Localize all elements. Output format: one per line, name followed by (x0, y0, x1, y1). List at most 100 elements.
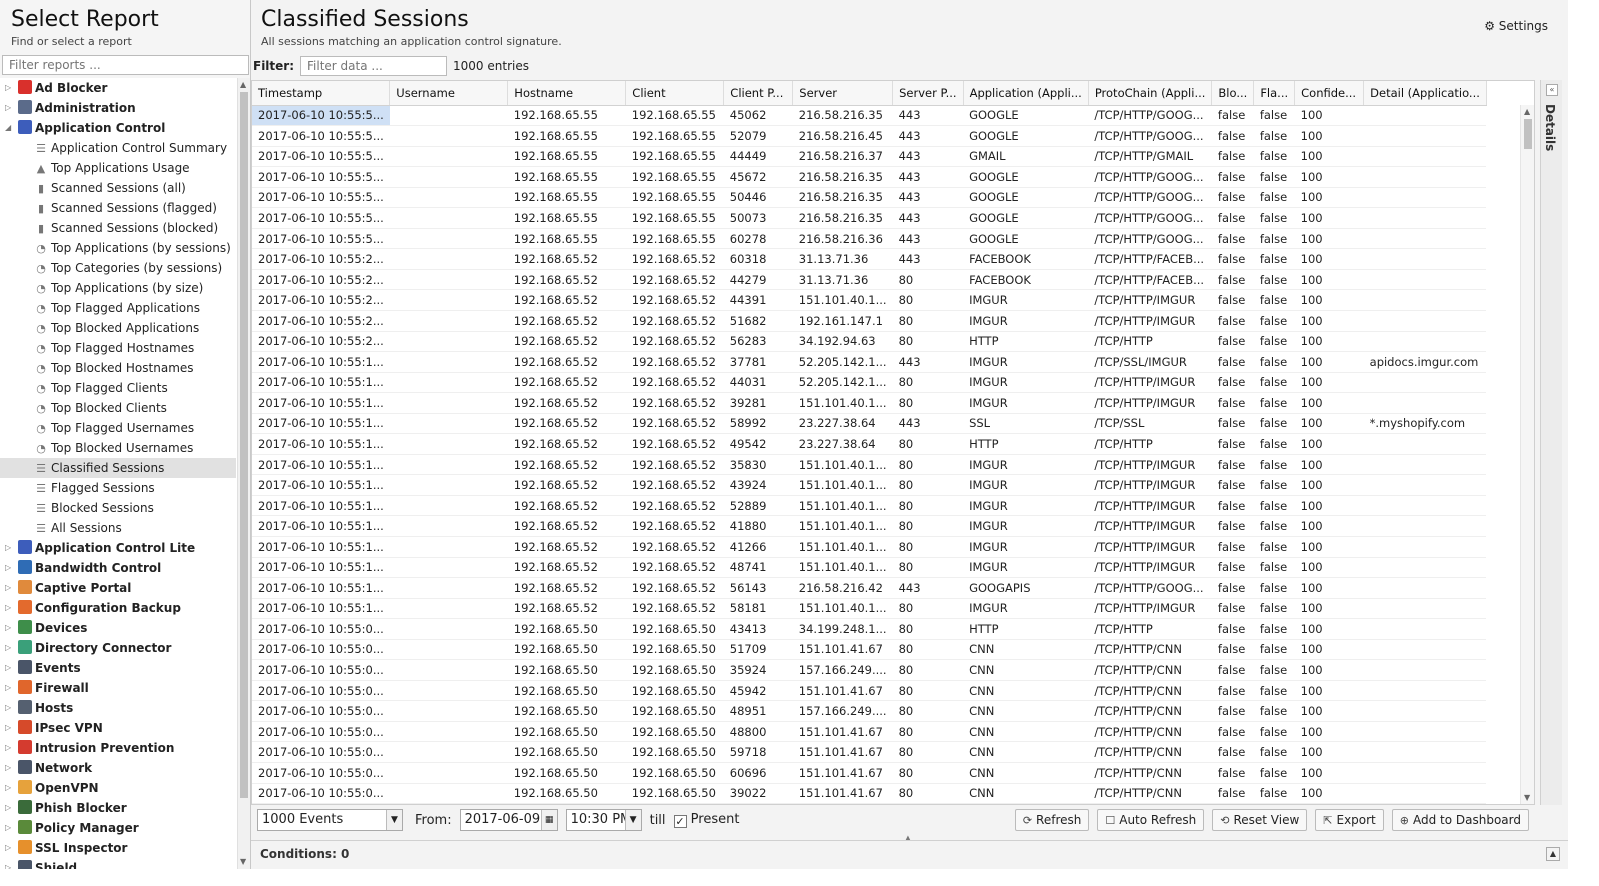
collapsed-arrow-icon[interactable]: ▷ (5, 758, 11, 778)
sidebar-item-network[interactable]: ▷ Network (0, 758, 236, 778)
sidebar-item-devices[interactable]: ▷ Devices (0, 618, 236, 638)
sidebar-item-top-blocked-hostnames[interactable]: ◔ Top Blocked Hostnames (0, 358, 236, 378)
table-row[interactable]: 2017-06-10 10:55:1... 192.168.65.52 192.16… (252, 495, 1487, 517)
column-header[interactable]: Blo... (1211, 81, 1255, 106)
collapsed-arrow-icon[interactable]: ▷ (5, 98, 11, 118)
collapsed-arrow-icon[interactable]: ▷ (5, 738, 11, 758)
table-row[interactable]: 2017-06-10 10:55:0... 192.168.65.50 192.16… (252, 783, 1487, 804)
expand-icon[interactable]: ▲ (1546, 847, 1560, 861)
table-row[interactable]: 2017-06-10 10:55:1... 192.168.65.52 192.16… (252, 413, 1487, 435)
column-header[interactable]: Username (389, 81, 509, 106)
sidebar-item-openvpn[interactable]: ▷ OpenVPN (0, 778, 236, 798)
scroll-down-icon[interactable]: ▼ (240, 857, 246, 866)
table-row[interactable]: 2017-06-10 10:55:0... 192.168.65.50 192.16… (252, 680, 1487, 702)
data-filter-input[interactable] (300, 56, 448, 76)
sidebar-item-bandwidth-control[interactable]: ▷ Bandwidth Control (0, 558, 236, 578)
sidebar-item-scanned-sessions-flagged[interactable]: ▮ Scanned Sessions (flagged) (0, 198, 236, 218)
sidebar-item-intrusion-prevention[interactable]: ▷ Intrusion Prevention (0, 738, 236, 758)
table-row[interactable]: 2017-06-10 10:55:0... 192.168.65.50 192.16… (252, 762, 1487, 784)
collapsed-arrow-icon[interactable]: ▷ (5, 618, 11, 638)
sidebar-item-scanned-sessions-blocked[interactable]: ▮ Scanned Sessions (blocked) (0, 218, 236, 238)
checkbox-checked-icon[interactable]: ✓ (673, 815, 687, 828)
table-row[interactable]: 2017-06-10 10:55:0... 192.168.65.50 192.16… (252, 700, 1487, 722)
column-header[interactable]: Fla... (1253, 81, 1296, 106)
scrollbar-thumb[interactable] (1524, 119, 1532, 149)
from-date-picker[interactable]: 2017-06-09 ▦ (459, 809, 558, 831)
sidebar-item-top-applications-by-size[interactable]: ◔ Top Applications (by size) (0, 278, 236, 298)
sidebar-item-application-control-lite[interactable]: ▷ Application Control Lite (0, 538, 236, 558)
collapsed-arrow-icon[interactable]: ▷ (5, 598, 11, 618)
column-header[interactable]: Timestamp (252, 81, 391, 106)
sidebar-item-top-blocked-usernames[interactable]: ◔ Top Blocked Usernames (0, 438, 236, 458)
sidebar-item-flagged-sessions[interactable]: ☰ Flagged Sessions (0, 478, 236, 498)
table-row[interactable]: 2017-06-10 10:55:0... 192.168.65.50 192.16… (252, 639, 1487, 661)
sidebar-item-scanned-sessions-all[interactable]: ▮ Scanned Sessions (all) (0, 178, 236, 198)
table-row[interactable]: 2017-06-10 10:55:1... 192.168.65.52 192.16… (252, 515, 1487, 537)
sidebar-item-configuration-backup[interactable]: ▷ Configuration Backup (0, 598, 236, 618)
column-header[interactable]: Confide... (1294, 81, 1365, 106)
present-checkbox[interactable]: ✓ Present (673, 812, 739, 828)
chevron-down-icon[interactable]: ▼ (386, 810, 402, 830)
sidebar-item-blocked-sessions[interactable]: ☰ Blocked Sessions (0, 498, 236, 518)
sidebar-item-top-applications-usage[interactable]: ▲ Top Applications Usage (0, 158, 236, 178)
table-row[interactable]: 2017-06-10 10:55:2... 192.168.65.52 192.16… (252, 269, 1487, 291)
column-header[interactable]: Hostname (507, 81, 627, 106)
table-row[interactable]: 2017-06-10 10:55:0... 192.168.65.50 192.16… (252, 741, 1487, 763)
column-header[interactable]: ProtoChain (Appli... (1088, 81, 1213, 106)
sidebar-item-classified-sessions[interactable]: ☰ Classified Sessions (0, 458, 236, 478)
auto-refresh-button[interactable]: ☐ Auto Refresh (1097, 809, 1205, 831)
column-header[interactable]: Client P... (723, 81, 794, 106)
sidebar-item-top-applications-by-sessions[interactable]: ◔ Top Applications (by sessions) (0, 238, 236, 258)
table-row[interactable]: 2017-06-10 10:55:0... 192.168.65.50 192.16… (252, 721, 1487, 743)
sidebar-item-top-flagged-usernames[interactable]: ◔ Top Flagged Usernames (0, 418, 236, 438)
table-row[interactable]: 2017-06-10 10:55:5... 192.168.65.55 192.16… (252, 125, 1487, 147)
table-row[interactable]: 2017-06-10 10:55:1... 192.168.65.52 192.16… (252, 351, 1487, 373)
table-row[interactable]: 2017-06-10 10:55:2... 192.168.65.52 192.16… (252, 310, 1487, 332)
export-button[interactable]: ⇱ Export (1315, 809, 1384, 831)
scrollbar-thumb[interactable] (240, 92, 248, 798)
table-row[interactable]: 2017-06-10 10:55:1... 192.168.65.52 192.16… (252, 598, 1487, 620)
collapsed-arrow-icon[interactable]: ▷ (5, 538, 11, 558)
column-header[interactable]: Server (792, 81, 894, 106)
table-row[interactable]: 2017-06-10 10:55:5... 192.168.65.55 192.16… (252, 207, 1487, 229)
column-header[interactable]: Server P... (892, 81, 964, 106)
sidebar-item-all-sessions[interactable]: ☰ All Sessions (0, 518, 236, 538)
table-row[interactable]: 2017-06-10 10:55:5... 192.168.65.55 192.16… (252, 228, 1487, 250)
table-row[interactable]: 2017-06-10 10:55:1... 192.168.65.52 192.16… (252, 433, 1487, 455)
column-header[interactable]: Client (625, 81, 725, 106)
sidebar-item-top-flagged-hostnames[interactable]: ◔ Top Flagged Hostnames (0, 338, 236, 358)
table-row[interactable]: 2017-06-10 10:55:2... 192.168.65.52 192.16… (252, 248, 1487, 270)
sidebar-item-application-control[interactable]: ◢ Application Control (0, 118, 236, 138)
sidebar-item-ssl-inspector[interactable]: ▷ SSL Inspector (0, 838, 236, 858)
table-row[interactable]: 2017-06-10 10:55:2... 192.168.65.52 192.16… (252, 331, 1487, 353)
grid-scrollbar[interactable]: ▲ ▼ (1520, 105, 1534, 804)
expanded-arrow-icon[interactable]: ◢ (5, 118, 11, 138)
conditions-bar[interactable]: Conditions: 0 ▲ (251, 840, 1568, 869)
collapsed-arrow-icon[interactable]: ▷ (5, 578, 11, 598)
sidebar-item-top-categories-by-sessions[interactable]: ◔ Top Categories (by sessions) (0, 258, 236, 278)
sidebar-item-directory-connector[interactable]: ▷ Directory Connector (0, 638, 236, 658)
sidebar-item-captive-portal[interactable]: ▷ Captive Portal (0, 578, 236, 598)
collapsed-arrow-icon[interactable]: ▷ (5, 838, 11, 858)
collapsed-arrow-icon[interactable]: ▷ (5, 778, 11, 798)
sidebar-item-top-blocked-clients[interactable]: ◔ Top Blocked Clients (0, 398, 236, 418)
table-row[interactable]: 2017-06-10 10:55:1... 192.168.65.52 192.16… (252, 392, 1487, 414)
column-header[interactable]: Detail (Applicatio... (1363, 81, 1487, 106)
collapsed-arrow-icon[interactable]: ▷ (5, 718, 11, 738)
sidebar-item-ad-blocker[interactable]: ▷ Ad Blocker (0, 78, 236, 98)
table-row[interactable]: 2017-06-10 10:55:2... 192.168.65.52 192.16… (252, 289, 1487, 311)
table-row[interactable]: 2017-06-10 10:55:1... 192.168.65.52 192.16… (252, 474, 1487, 496)
column-header[interactable]: Application (Appli... (963, 81, 1089, 106)
table-row[interactable]: 2017-06-10 10:55:5... 192.168.65.55 192.16… (252, 166, 1487, 188)
table-row[interactable]: 2017-06-10 10:55:1... 192.168.65.52 192.16… (252, 536, 1487, 558)
sidebar-item-application-control-summary[interactable]: ☰ Application Control Summary (0, 138, 236, 158)
table-row[interactable]: 2017-06-10 10:55:5... 192.168.65.55 192.16… (252, 146, 1487, 168)
sidebar-item-administration[interactable]: ▷ Administration (0, 98, 236, 118)
chevron-down-icon[interactable]: ▼ (624, 810, 641, 830)
table-row[interactable]: 2017-06-10 10:55:1... 192.168.65.52 192.16… (252, 577, 1487, 599)
table-row[interactable]: 2017-06-10 10:55:5... 192.168.65.55 192.16… (252, 105, 1487, 127)
table-row[interactable]: 2017-06-10 10:55:0... 192.168.65.50 192.16… (252, 659, 1487, 681)
collapsed-arrow-icon[interactable]: ▷ (5, 558, 11, 578)
collapsed-arrow-icon[interactable]: ▷ (5, 818, 11, 838)
calendar-icon[interactable]: ▦ (540, 810, 557, 830)
